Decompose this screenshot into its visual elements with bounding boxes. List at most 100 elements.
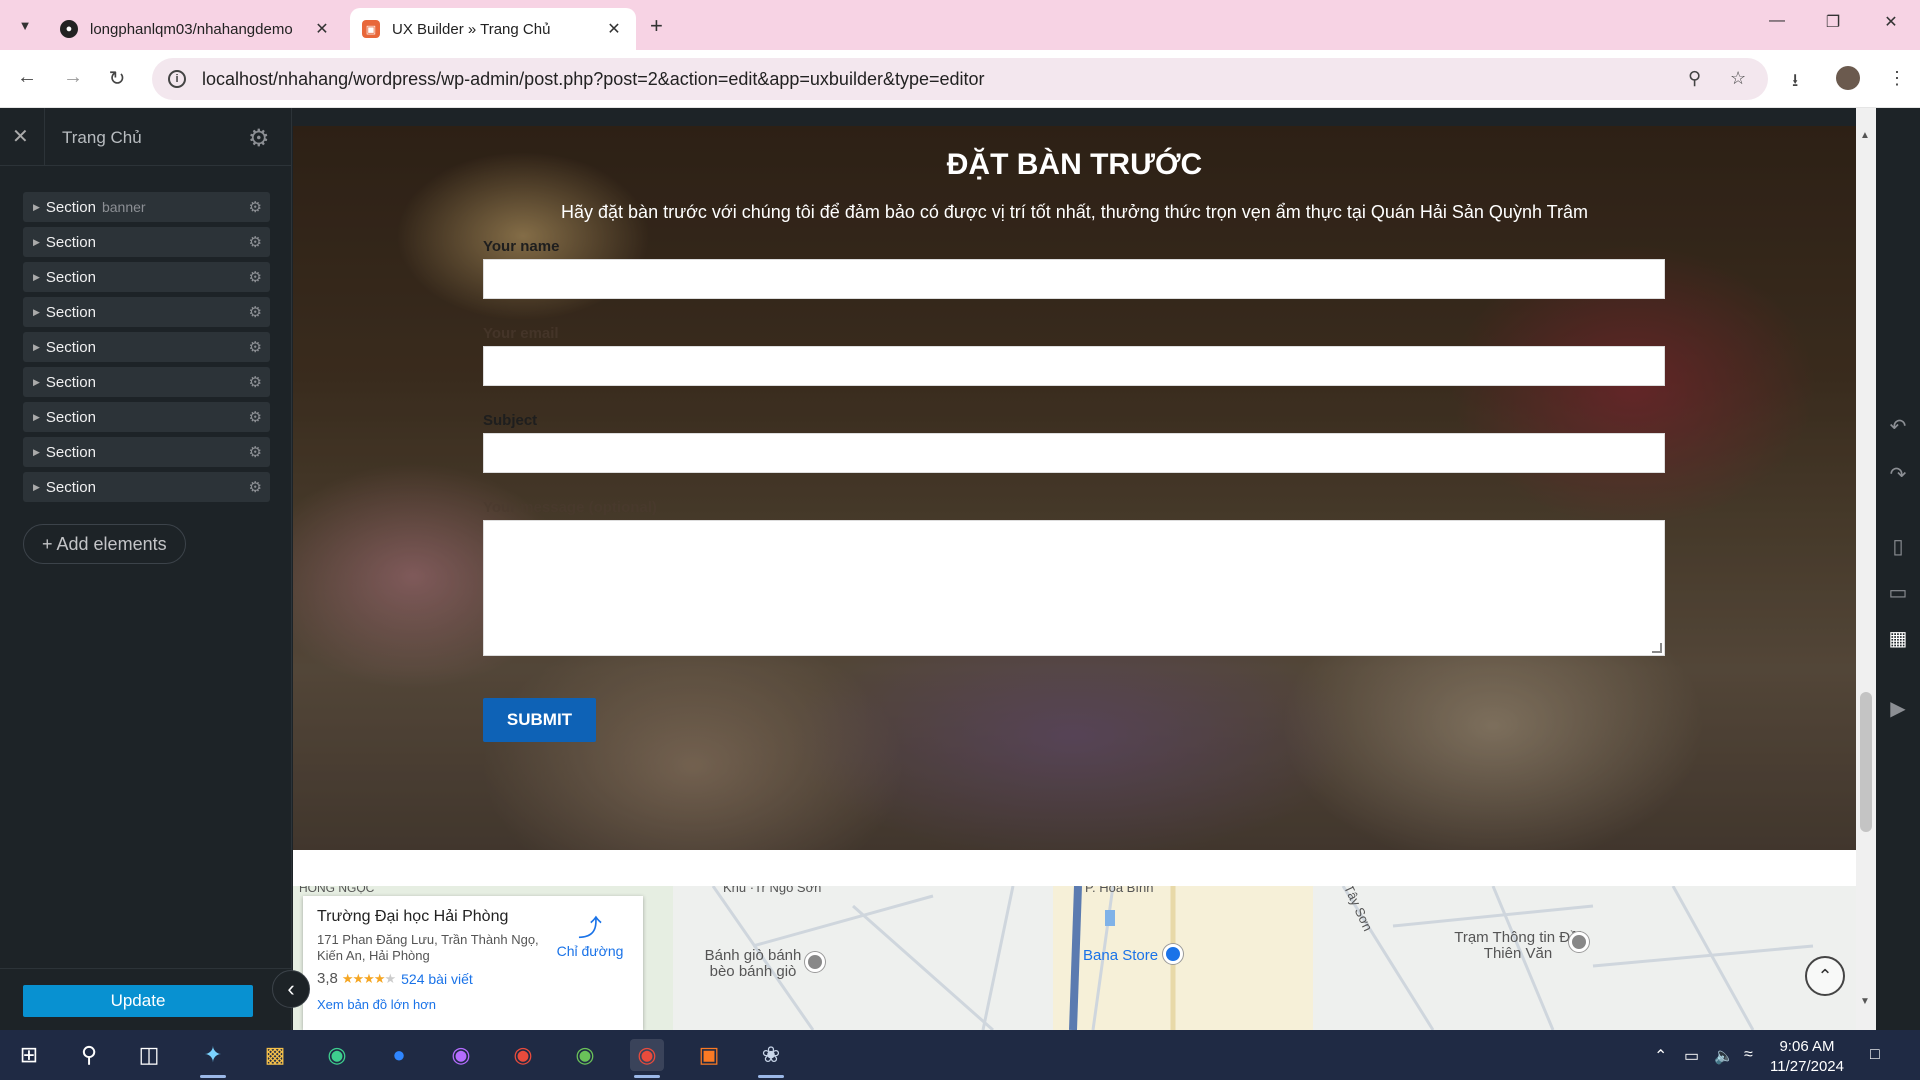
tab-search-chevron-icon[interactable]: ▼: [12, 13, 38, 37]
section-item[interactable]: ▶ Section ⚙: [23, 262, 270, 292]
email-input[interactable]: [483, 346, 1665, 386]
windows-start-icon[interactable]: ⊞: [12, 1039, 46, 1071]
name-input[interactable]: [483, 259, 1665, 299]
tablet-view-icon[interactable]: ▭: [1886, 580, 1910, 605]
update-button[interactable]: Update: [23, 985, 253, 1017]
close-builder-icon[interactable]: ✕: [12, 124, 29, 149]
close-tab-icon[interactable]: ✕: [604, 19, 624, 39]
preview-play-icon[interactable]: ▶: [1886, 696, 1910, 721]
page-settings-gear-icon[interactable]: ⚙: [248, 124, 270, 153]
battery-icon[interactable]: ▭: [1684, 1046, 1699, 1066]
restore-icon[interactable]: ❐: [1818, 12, 1848, 32]
place-pin-icon[interactable]: [1569, 932, 1589, 952]
more-menu-icon[interactable]: ⋮: [1888, 68, 1906, 89]
file-explorer-icon[interactable]: ▩: [258, 1039, 292, 1071]
zalo-icon[interactable]: ●: [382, 1039, 416, 1071]
redo-icon[interactable]: ↷: [1886, 462, 1910, 487]
section-item[interactable]: ▶ Section ⚙: [23, 227, 270, 257]
expand-triangle-icon[interactable]: ▶: [33, 412, 40, 423]
section-gear-icon[interactable]: ⚙: [249, 233, 262, 251]
resize-grip-icon[interactable]: [1652, 643, 1662, 653]
notifications-icon[interactable]: □: [1870, 1046, 1880, 1064]
scroll-down-arrow-icon[interactable]: ▼: [1860, 996, 1870, 1007]
expand-triangle-icon[interactable]: ▶: [33, 377, 40, 388]
directions-button[interactable]: ⤴ Chỉ đường: [555, 908, 625, 959]
wifi-icon[interactable]: ≈: [1744, 1046, 1753, 1064]
scrollbar-thumb[interactable]: [1860, 692, 1872, 832]
shop-pin-icon[interactable]: [1163, 944, 1183, 964]
reload-icon[interactable]: ↻: [104, 66, 130, 91]
section-gear-icon[interactable]: ⚙: [249, 408, 262, 426]
browser-tab-github[interactable]: ● longphanlqm03/nhahangdemo ✕: [48, 8, 344, 50]
expand-triangle-icon[interactable]: ▶: [33, 342, 40, 353]
section-item[interactable]: ▶ Section ⚙: [23, 437, 270, 467]
task-view-icon[interactable]: ◫: [132, 1039, 166, 1071]
expand-triangle-icon[interactable]: ▶: [33, 272, 40, 283]
section-item[interactable]: ▶ Section ⚙: [23, 472, 270, 502]
back-icon[interactable]: ←: [14, 66, 40, 89]
close-window-icon[interactable]: ✕: [1876, 12, 1906, 32]
google-map-embed[interactable]: Trường Đại học Hải Phòng 171 Phan Đăng L…: [293, 886, 1856, 1030]
expand-triangle-icon[interactable]: ▶: [33, 237, 40, 248]
expand-triangle-icon[interactable]: ▶: [33, 307, 40, 318]
section-label: Section: [45, 233, 96, 251]
mobile-view-icon[interactable]: ▯: [1886, 534, 1910, 559]
reviews-link[interactable]: 524 bài viết: [401, 971, 473, 987]
site-info-icon[interactable]: i: [168, 70, 186, 88]
zoom-icon[interactable]: ⚲: [1688, 68, 1701, 89]
chrome-icon[interactable]: ◉: [506, 1039, 540, 1071]
collapse-sidebar-button[interactable]: ‹: [272, 970, 310, 1008]
reservation-section[interactable]: ĐẶT BÀN TRƯỚC Hãy đặt bàn trước với chún…: [293, 126, 1856, 850]
add-elements-button[interactable]: + Add elements: [23, 524, 186, 564]
expand-triangle-icon[interactable]: ▶: [33, 482, 40, 493]
undo-icon[interactable]: ↶: [1886, 414, 1910, 439]
chrome-active-icon[interactable]: ◉: [630, 1039, 664, 1078]
edge-icon[interactable]: ◉: [320, 1039, 354, 1071]
message-label: Your message (optional): [483, 499, 657, 516]
place-pin-icon[interactable]: [805, 952, 825, 972]
bookmark-star-icon[interactable]: ☆: [1730, 68, 1746, 89]
section-gear-icon[interactable]: ⚙: [249, 198, 262, 216]
section-label: Section: [45, 373, 96, 391]
section-item[interactable]: ▶ Section ⚙: [23, 402, 270, 432]
section-item[interactable]: ▶ Section banner ⚙: [23, 192, 270, 222]
forward-icon[interactable]: →: [60, 66, 86, 89]
expand-triangle-icon[interactable]: ▶: [33, 202, 40, 213]
address-bar[interactable]: i localhost/nhahang/wordpress/wp-admin/p…: [152, 58, 1768, 100]
coccoc-icon[interactable]: ◉: [568, 1039, 602, 1071]
xampp-icon[interactable]: ▣: [692, 1039, 726, 1071]
profile-avatar[interactable]: [1836, 66, 1860, 90]
browser-tab-uxbuilder[interactable]: ▣ UX Builder » Trang Chủ ✕: [350, 8, 636, 50]
desktop-view-icon[interactable]: ▦: [1886, 626, 1910, 651]
minimize-icon[interactable]: —: [1762, 12, 1792, 30]
section-gear-icon[interactable]: ⚙: [249, 373, 262, 391]
section-item[interactable]: ▶ Section ⚙: [23, 367, 270, 397]
expand-triangle-icon[interactable]: ▶: [33, 447, 40, 458]
preview-canvas[interactable]: ĐẶT BÀN TRƯỚC Hãy đặt bàn trước với chún…: [293, 108, 1856, 1030]
paint-icon[interactable]: ❀: [754, 1039, 788, 1078]
canvas-scrollbar[interactable]: ▲ ▼: [1856, 108, 1876, 1030]
submit-button[interactable]: SUBMIT: [483, 698, 596, 742]
section-item[interactable]: ▶ Section ⚙: [23, 332, 270, 362]
close-tab-icon[interactable]: ✕: [312, 19, 332, 39]
download-icon[interactable]: ⭳: [1792, 68, 1798, 98]
search-icon[interactable]: ⚲: [72, 1039, 106, 1071]
section-gear-icon[interactable]: ⚙: [249, 478, 262, 496]
messenger-icon[interactable]: ◉: [444, 1039, 478, 1071]
subject-input[interactable]: [483, 433, 1665, 473]
section-gear-icon[interactable]: ⚙: [249, 303, 262, 321]
scroll-to-top-button[interactable]: ⌃: [1805, 956, 1845, 996]
system-clock[interactable]: 9:06 AM 11/27/2024: [1762, 1037, 1852, 1077]
section-gear-icon[interactable]: ⚙: [249, 443, 262, 461]
tray-overflow-chevron-icon[interactable]: ⌃: [1654, 1046, 1667, 1066]
section-gear-icon[interactable]: ⚙: [249, 338, 262, 356]
section-item[interactable]: ▶ Section ⚙: [23, 297, 270, 327]
larger-map-link[interactable]: Xem bản đồ lớn hơn: [317, 997, 629, 1012]
scroll-up-arrow-icon[interactable]: ▲: [1860, 130, 1870, 141]
url-text[interactable]: localhost/nhahang/wordpress/wp-admin/pos…: [202, 69, 985, 90]
new-tab-button[interactable]: +: [650, 13, 663, 39]
copilot-icon[interactable]: ✦: [196, 1039, 230, 1078]
message-textarea[interactable]: [483, 520, 1665, 656]
section-gear-icon[interactable]: ⚙: [249, 268, 262, 286]
volume-icon[interactable]: 🔈: [1714, 1046, 1734, 1066]
